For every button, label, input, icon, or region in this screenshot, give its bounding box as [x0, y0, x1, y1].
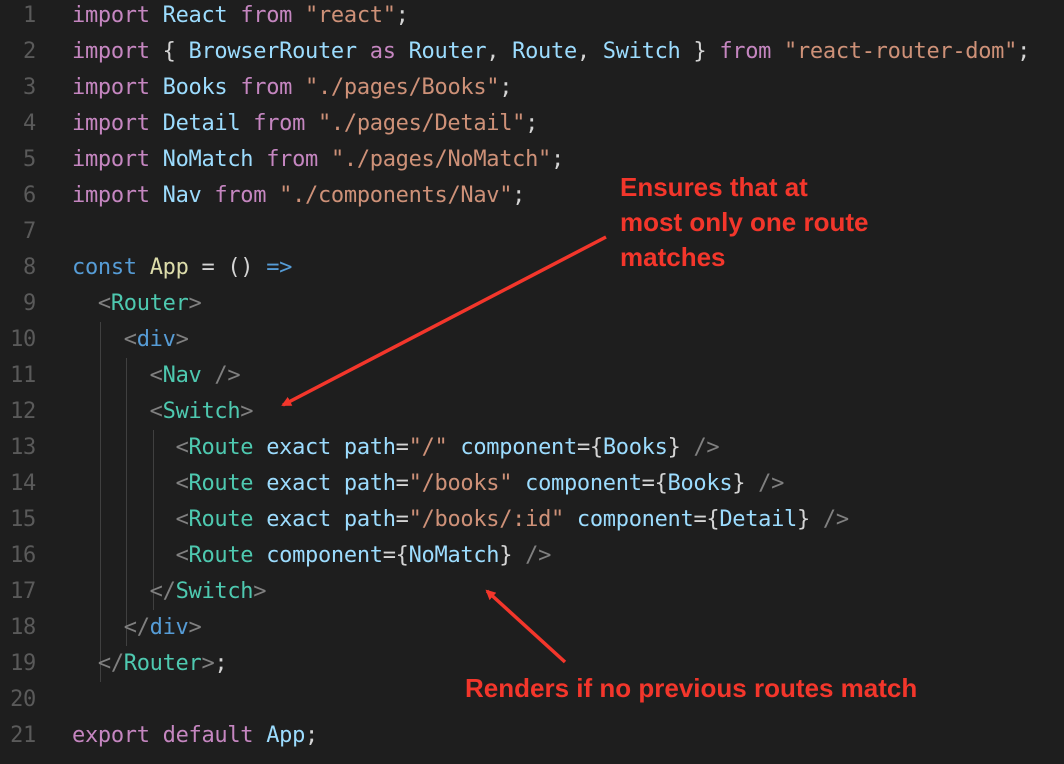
switch-annotation-text: Ensures that at most only one route matc… — [620, 172, 869, 272]
nomatch-annotation-arrow — [485, 589, 567, 664]
annotation-arrows — [281, 235, 607, 664]
nomatch-annotation-text: Renders if no previous routes match — [465, 673, 918, 703]
switch-annotation-arrow — [281, 235, 607, 407]
